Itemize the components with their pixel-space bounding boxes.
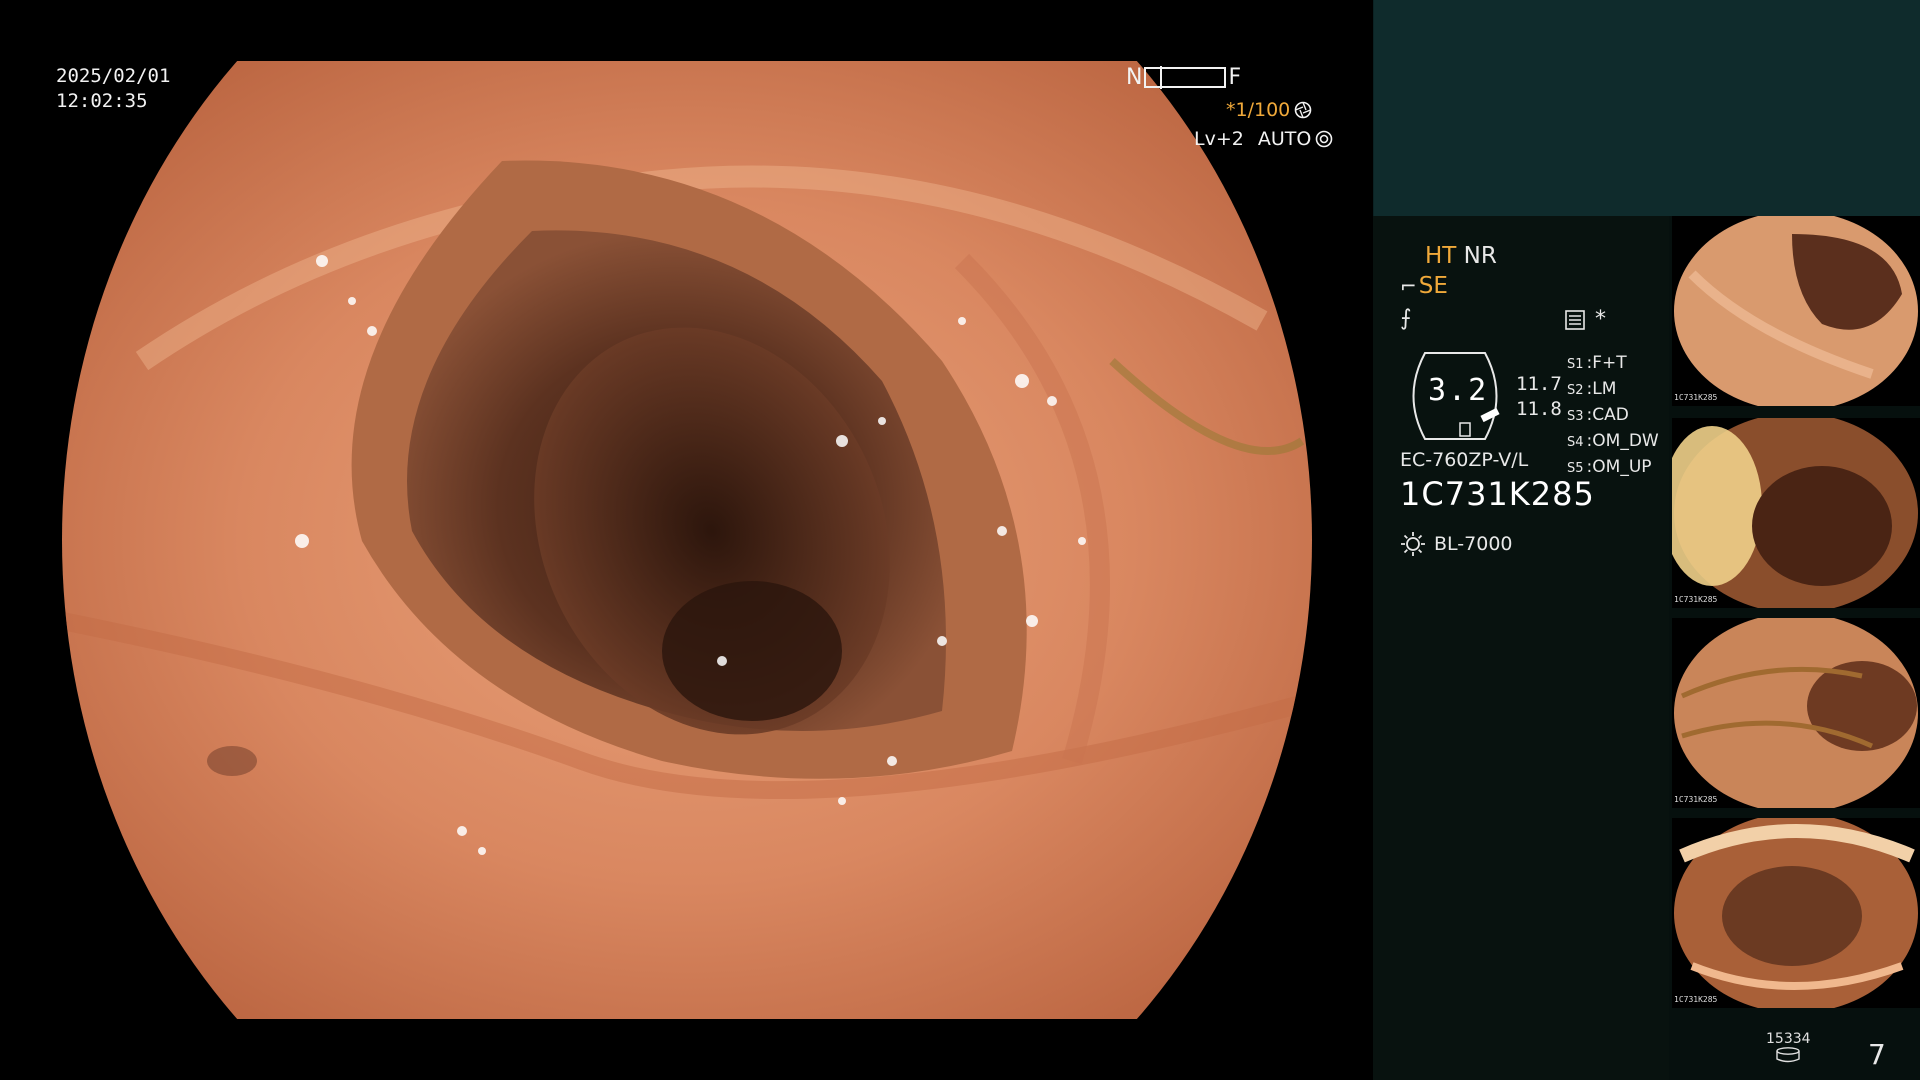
memo-indicator: * bbox=[1565, 307, 1606, 332]
switch-assignment-list: S1:F+T S2:LM S3:CAD S4:OM_DW S5:OM_UP bbox=[1567, 351, 1659, 481]
capture-thumbnail[interactable]: 1C731K285 bbox=[1672, 216, 1920, 406]
level-text: Lv+2 bbox=[1194, 128, 1244, 150]
light-source-text: BL-7000 bbox=[1434, 533, 1513, 555]
focus-bar bbox=[1144, 66, 1227, 89]
memo-star: * bbox=[1595, 307, 1606, 332]
aperture-icon bbox=[1294, 101, 1312, 119]
brightness-readout: Lv+2 AUTO bbox=[1194, 128, 1333, 150]
zoom-value: 3.2 bbox=[1428, 373, 1489, 408]
se-indicator: ⌐ SE bbox=[1400, 273, 1448, 299]
switch-row: S2:LM bbox=[1567, 379, 1617, 399]
counter-value: 15334 bbox=[1766, 1031, 1811, 1047]
iris-mode-text: AUTO bbox=[1257, 128, 1312, 150]
endoscope-view bbox=[62, 61, 1312, 1019]
scale-values: 11.7 11.8 bbox=[1516, 372, 1562, 422]
info-panel bbox=[1373, 216, 1669, 1080]
storage-icon bbox=[1776, 1047, 1800, 1063]
thumbnail-caption: 1C731K285 bbox=[1674, 595, 1718, 604]
colon-lumen-image bbox=[62, 61, 1312, 1019]
image-counter: 15334 bbox=[1766, 1031, 1811, 1067]
switch-row: S3:CAD bbox=[1567, 405, 1629, 425]
capture-thumbnail[interactable]: 1C731K285 bbox=[1672, 818, 1920, 1008]
time-text: 12:02:35 bbox=[56, 90, 148, 112]
date-text: 2025/02/01 bbox=[56, 65, 171, 87]
color-mode-icon: ⨍ bbox=[1400, 306, 1412, 331]
iris-icon bbox=[1316, 130, 1333, 148]
value-1: 11.7 bbox=[1516, 373, 1562, 395]
date-time-readout: 2025/02/01 12:02:35 bbox=[56, 64, 170, 114]
thumbnail-image bbox=[1674, 216, 1918, 406]
thumbnail-image bbox=[1674, 618, 1918, 808]
capture-thumbnail[interactable]: 1C731K285 bbox=[1672, 418, 1920, 608]
nr-label: NR bbox=[1463, 243, 1497, 269]
near-far-gauge: N F bbox=[1126, 65, 1241, 90]
thumbnail-image bbox=[1674, 818, 1918, 1008]
switch-row: S1:F+T bbox=[1567, 353, 1627, 373]
se-label: SE bbox=[1418, 273, 1448, 299]
scope-serial: 1C731K285 bbox=[1400, 475, 1595, 513]
thumbnail-caption: 1C731K285 bbox=[1674, 995, 1718, 1004]
ht-nr-indicator: HT NR bbox=[1425, 243, 1497, 269]
value-2: 11.8 bbox=[1516, 398, 1562, 420]
thumbnail-image bbox=[1672, 418, 1918, 608]
shutter-readout: *1/100 bbox=[1226, 99, 1312, 121]
thumbnail-caption: 1C731K285 bbox=[1674, 393, 1718, 402]
shutter-text: *1/100 bbox=[1226, 99, 1291, 121]
capture-thumbnail[interactable]: 1C731K285 bbox=[1672, 618, 1920, 808]
light-source-readout: BL-7000 bbox=[1400, 531, 1513, 557]
switch-row: S4:OM_DW bbox=[1567, 431, 1659, 451]
sun-icon bbox=[1401, 532, 1425, 556]
ht-label: HT bbox=[1425, 243, 1457, 269]
scope-model: EC-760ZP-V/L bbox=[1400, 449, 1529, 471]
panel-header-area bbox=[1373, 0, 1920, 216]
page-number: 7 bbox=[1868, 1038, 1886, 1071]
enhance-icon: ⌐ bbox=[1400, 274, 1417, 298]
far-label: F bbox=[1228, 65, 1242, 90]
memo-icon bbox=[1565, 309, 1585, 330]
thumbnail-caption: 1C731K285 bbox=[1674, 795, 1718, 804]
near-label: N bbox=[1126, 65, 1143, 90]
